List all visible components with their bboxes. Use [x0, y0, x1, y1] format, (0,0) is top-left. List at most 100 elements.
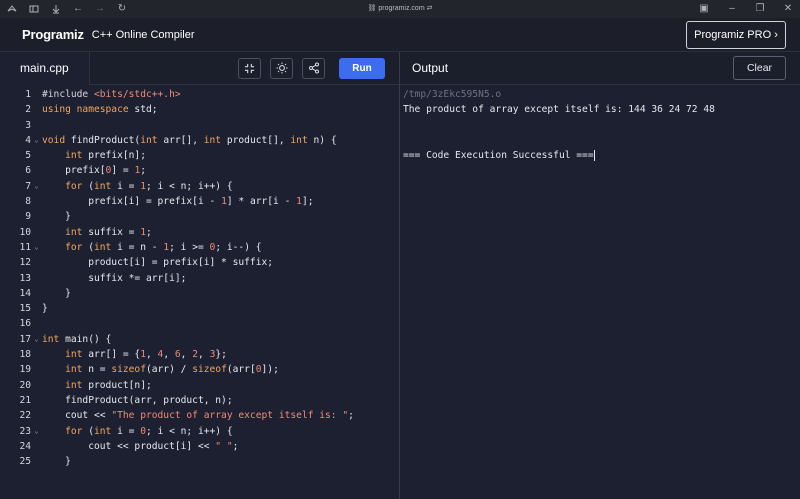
code-line[interactable]: 10 int suffix = 1; — [0, 225, 399, 240]
code-line[interactable]: 11 ⌄ for (int i = n - 1; i >= 0; i--) { — [0, 240, 399, 255]
code-line[interactable]: 12 product[i] = prefix[i] * suffix; — [0, 255, 399, 270]
text-cursor — [593, 149, 595, 161]
address-text[interactable]: programiz.com — [378, 5, 424, 12]
fold-chevron-icon[interactable]: ⌄ — [31, 133, 42, 148]
fold-gutter — [31, 408, 42, 423]
code-text: for (int i = n - 1; i >= 0; i--) { — [65, 241, 262, 253]
line-number: 3 — [25, 119, 31, 131]
output-tmp-path: /tmp/3zEkc595N5.o — [403, 89, 502, 100]
code-text: } — [42, 287, 71, 299]
fold-gutter — [31, 148, 42, 163]
code-text: int arr[] = {1, 4, 6, 2, 3}; — [65, 349, 227, 361]
fold-chevron-icon[interactable]: ⌄ — [31, 332, 42, 347]
code-text: int main() { — [42, 333, 112, 345]
line-number: 25 — [19, 456, 31, 468]
output-console[interactable]: /tmp/3zEkc595N5.o The product of array e… — [400, 85, 800, 163]
code-line[interactable]: 14 } — [0, 286, 399, 301]
code-line[interactable]: 25 } — [0, 454, 399, 469]
fold-gutter — [31, 316, 42, 331]
share-icon[interactable] — [302, 57, 325, 79]
fold-chevron-icon[interactable]: ⌄ — [31, 424, 42, 439]
code-line[interactable]: 13 suffix *= arr[i]; — [0, 271, 399, 286]
code-text: prefix[i] = prefix[i - 1] * arr[i - 1]; — [42, 196, 314, 208]
programiz-logo[interactable]: Programiz — [22, 27, 84, 42]
forward-arrow-icon[interactable]: → — [94, 3, 106, 15]
code-line[interactable]: 5 int prefix[n]; — [0, 148, 399, 163]
line-number: 24 — [19, 440, 31, 452]
theme-toggle-icon[interactable] — [270, 57, 293, 79]
code-line[interactable]: 4 ⌄ void findProduct(int arr[], int produc… — [0, 133, 399, 148]
code-line[interactable]: 6 prefix[0] = 1; — [0, 163, 399, 178]
code-line[interactable]: 23 ⌄ for (int i = 0; i < n; i++) { — [0, 424, 399, 439]
run-button[interactable]: Run — [339, 57, 385, 79]
code-text: product[i] = prefix[i] * suffix; — [42, 257, 274, 269]
code-line[interactable]: 9 } — [0, 209, 399, 224]
code-line[interactable]: 3 — [0, 118, 399, 133]
code-text: } — [42, 211, 71, 223]
line-number: 9 — [25, 211, 31, 223]
line-number: 11 — [19, 241, 31, 253]
code-line[interactable]: 17 ⌄ int main() { — [0, 332, 399, 347]
line-number: 20 — [19, 379, 31, 391]
reload-icon[interactable]: ↻ — [116, 3, 128, 15]
code-line[interactable]: 16 — [0, 316, 399, 331]
code-line[interactable]: 1 #include <bits/stdc++.h> — [0, 87, 399, 102]
code-text: using namespace std; — [42, 104, 158, 116]
code-text: int prefix[n]; — [65, 150, 146, 162]
minimize-icon[interactable]: – — [726, 3, 738, 15]
line-number: 22 — [19, 410, 31, 422]
close-window-icon[interactable]: ✕ — [782, 3, 794, 15]
sidebar-icon[interactable] — [28, 3, 40, 15]
maximize-icon[interactable]: ❐ — [754, 3, 766, 15]
line-number: 15 — [19, 303, 31, 315]
code-line[interactable]: 7 ⌄ for (int i = 1; i < n; i++) { — [0, 179, 399, 194]
code-text: int suffix = 1; — [65, 226, 152, 238]
code-text: int n = sizeof(arr) / sizeof(arr[0]); — [65, 364, 279, 376]
editor-pane: main.cpp Run 1 #include <bits/stdc++.h> 2 u… — [0, 51, 400, 499]
back-arrow-icon[interactable]: ← — [72, 3, 84, 15]
fold-gutter — [31, 362, 42, 377]
file-tab-main-cpp[interactable]: main.cpp — [0, 51, 90, 85]
code-line[interactable]: 24 cout << product[i] << " "; — [0, 439, 399, 454]
fold-gutter — [31, 102, 42, 117]
download-icon[interactable] — [50, 3, 62, 15]
line-number: 21 — [19, 394, 31, 406]
fold-gutter — [31, 301, 42, 316]
code-line[interactable]: 21 findProduct(arr, product, n); — [0, 393, 399, 408]
line-number: 1 — [25, 89, 31, 100]
code-line[interactable]: 8 prefix[i] = prefix[i - 1] * arr[i - 1]… — [0, 194, 399, 209]
code-editor[interactable]: 1 #include <bits/stdc++.h> 2 using namespac… — [0, 85, 399, 499]
fullscreen-exit-icon[interactable] — [238, 57, 261, 79]
output-title: Output — [412, 61, 449, 75]
code-line[interactable]: 15} — [0, 301, 399, 316]
output-header: Output Clear — [400, 52, 800, 85]
line-number: 17 — [19, 333, 31, 345]
code-text: suffix *= arr[i]; — [42, 272, 187, 284]
tune-icon[interactable]: ⇄ — [427, 5, 433, 12]
code-line[interactable]: 19 int n = sizeof(arr) / sizeof(arr[0]); — [0, 362, 399, 377]
clear-button[interactable]: Clear — [733, 56, 786, 80]
tab-icon[interactable]: ▣ — [698, 3, 710, 15]
code-line[interactable]: 20 int product[n]; — [0, 378, 399, 393]
code-line[interactable]: 22 cout << "The product of array except … — [0, 408, 399, 423]
code-line[interactable]: 2 using namespace std; — [0, 102, 399, 117]
programiz-pro-button[interactable]: Programiz PRO › — [686, 20, 786, 49]
line-number: 6 — [25, 165, 31, 177]
line-number: 8 — [25, 196, 31, 208]
line-number: 23 — [19, 425, 31, 437]
fold-gutter — [31, 454, 42, 469]
code-line[interactable]: 18 int arr[] = {1, 4, 6, 2, 3}; — [0, 347, 399, 362]
fold-gutter — [31, 271, 42, 286]
fold-gutter — [31, 87, 42, 102]
fold-gutter — [31, 255, 42, 270]
line-number: 19 — [19, 364, 31, 376]
browser-logo-icon[interactable] — [6, 3, 18, 15]
site-info-icon[interactable]: ⛓ — [368, 5, 379, 12]
code-text: prefix[0] = 1; — [42, 165, 146, 177]
line-number: 12 — [19, 257, 31, 269]
line-number: 5 — [25, 150, 31, 162]
line-number: 4 — [25, 134, 31, 146]
fold-gutter — [31, 286, 42, 301]
fold-chevron-icon[interactable]: ⌄ — [31, 240, 42, 255]
fold-chevron-icon[interactable]: ⌄ — [31, 179, 42, 194]
